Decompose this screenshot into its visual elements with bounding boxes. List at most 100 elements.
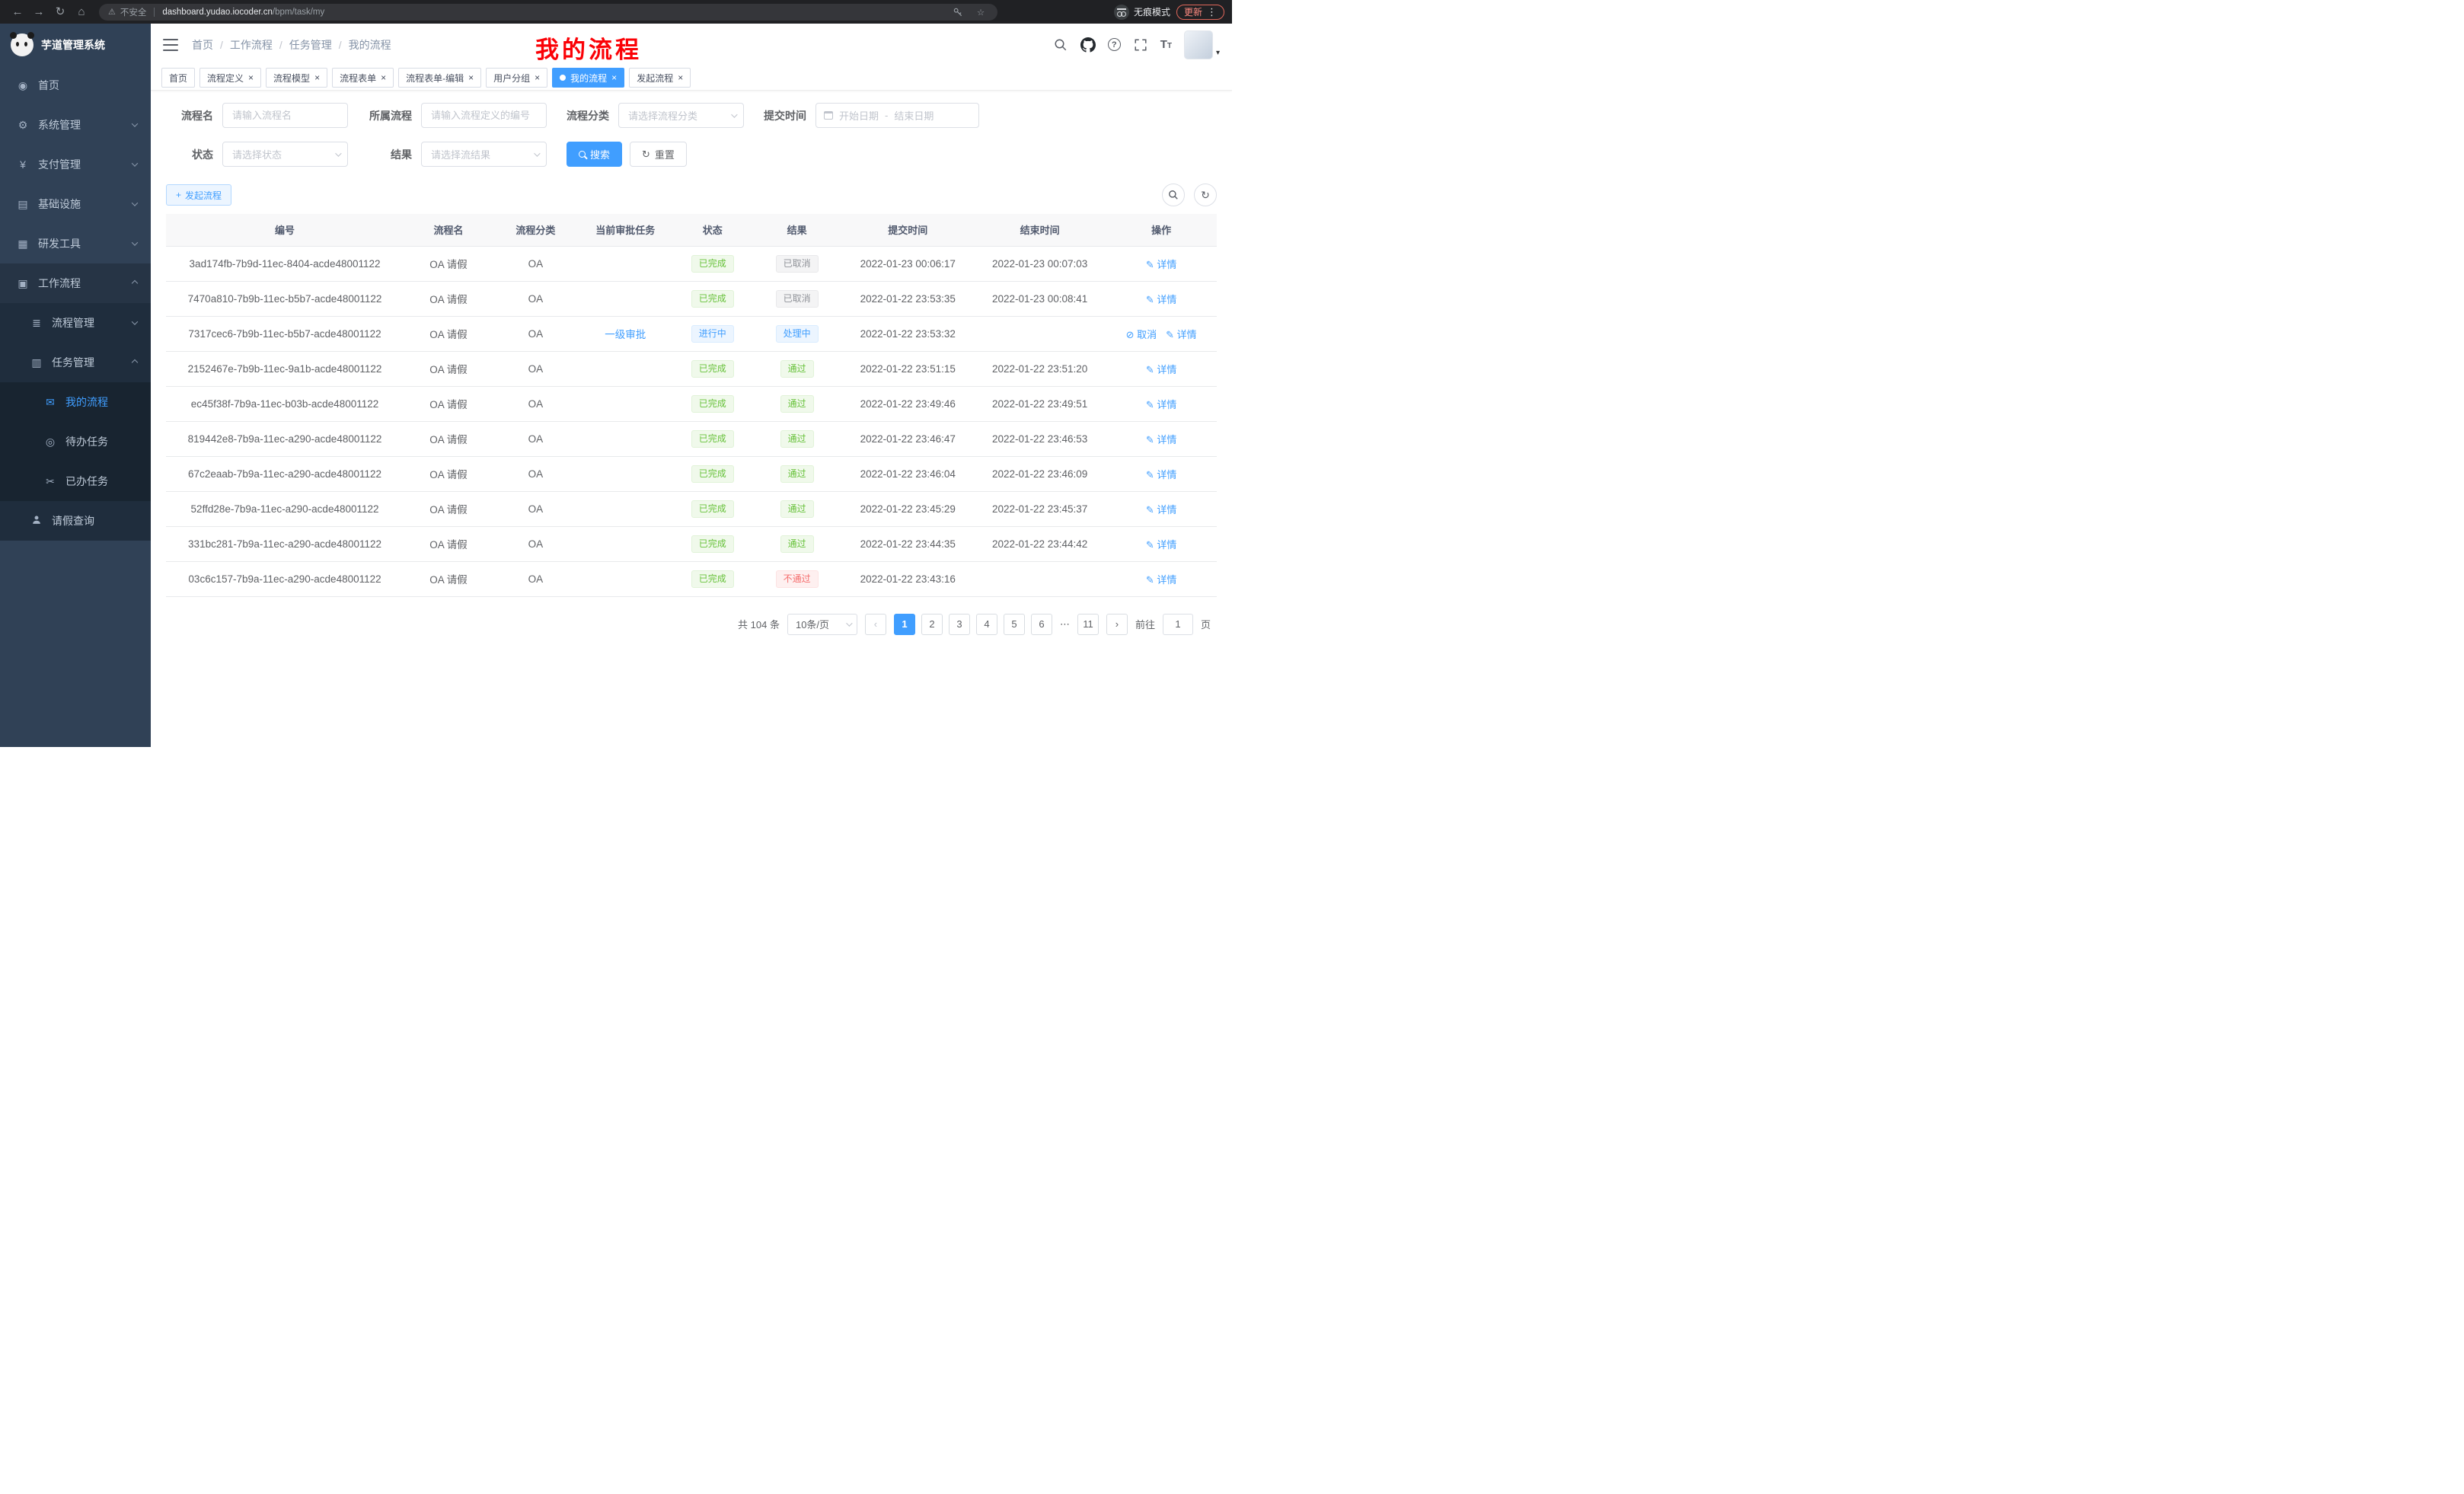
cell-id: 331bc281-7b9a-11ec-a290-acde48001122 bbox=[166, 526, 404, 561]
avatar[interactable] bbox=[1184, 30, 1213, 59]
sidebar-item-home[interactable]: ◉ 首页 bbox=[0, 65, 151, 105]
create-process-button[interactable]: + 发起流程 bbox=[166, 184, 231, 206]
page-size-select[interactable]: 10条/页 bbox=[787, 614, 857, 635]
page-2[interactable]: 2 bbox=[921, 614, 943, 635]
detail-action[interactable]: ✎ 详情 bbox=[1146, 574, 1177, 586]
cell-id: 52ffd28e-7b9a-11ec-a290-acde48001122 bbox=[166, 491, 404, 526]
sidebar-item-my-process[interactable]: ✉ 我的流程 bbox=[0, 382, 151, 422]
reset-button[interactable]: ↻ 重置 bbox=[630, 142, 687, 167]
tab-4[interactable]: 流程表单-编辑× bbox=[398, 68, 481, 88]
address-bar[interactable]: ⚠ 不安全 dashboard.yudao.iocoder.cn/bpm/tas… bbox=[99, 4, 997, 21]
table-row: 331bc281-7b9a-11ec-a290-acde48001122OA 请… bbox=[166, 526, 1217, 561]
tab-close-icon[interactable]: × bbox=[535, 73, 540, 82]
sidebar-item-system[interactable]: ⚙ 系统管理 bbox=[0, 105, 151, 145]
search-icon[interactable] bbox=[1053, 37, 1068, 53]
sidebar-item-leave-query[interactable]: 请假查询 bbox=[0, 501, 151, 541]
sidebar-item-infra[interactable]: ▤ 基础设施 bbox=[0, 184, 151, 224]
app-logo[interactable]: 芋道管理系统 bbox=[0, 24, 151, 65]
cell-current-task bbox=[578, 561, 673, 596]
toggle-search-button[interactable] bbox=[1162, 184, 1185, 206]
detail-action[interactable]: ✎ 详情 bbox=[1146, 539, 1177, 551]
process-name-input[interactable] bbox=[222, 103, 348, 128]
font-size-icon[interactable]: TT bbox=[1160, 38, 1172, 51]
current-task-link[interactable]: 一级审批 bbox=[605, 329, 646, 340]
breadcrumb-separator: / bbox=[220, 39, 223, 51]
sidebar-item-task-mgmt[interactable]: ▥ 任务管理 bbox=[0, 343, 151, 382]
tab-6[interactable]: 我的流程× bbox=[552, 68, 624, 88]
page-3[interactable]: 3 bbox=[949, 614, 970, 635]
next-page-button[interactable]: › bbox=[1106, 614, 1128, 635]
tab-3[interactable]: 流程表单× bbox=[332, 68, 394, 88]
sidebar-item-todo-tasks[interactable]: ◎ 待办任务 bbox=[0, 422, 151, 461]
page-6[interactable]: 6 bbox=[1031, 614, 1052, 635]
tab-close-icon[interactable]: × bbox=[381, 73, 386, 82]
tab-2[interactable]: 流程模型× bbox=[266, 68, 327, 88]
page-4[interactable]: 4 bbox=[976, 614, 997, 635]
detail-action[interactable]: ✎ 详情 bbox=[1146, 504, 1177, 516]
fullscreen-icon[interactable] bbox=[1133, 37, 1148, 53]
cell-name: OA 请假 bbox=[404, 246, 493, 281]
detail-action[interactable]: ✎ 详情 bbox=[1166, 329, 1197, 340]
detail-action[interactable]: ✎ 详情 bbox=[1146, 294, 1177, 305]
search-button[interactable]: 搜索 bbox=[567, 142, 622, 167]
security-label[interactable]: 不安全 bbox=[120, 6, 147, 18]
sidebar-item-payment[interactable]: ¥ 支付管理 bbox=[0, 145, 151, 184]
sidebar-toggle-icon[interactable] bbox=[163, 39, 178, 51]
github-icon[interactable] bbox=[1080, 37, 1096, 53]
chevron-up-icon bbox=[132, 280, 138, 286]
breadcrumb-item[interactable]: 工作流程 bbox=[230, 37, 273, 53]
tab-close-icon[interactable]: × bbox=[248, 73, 254, 82]
page-content: 流程名 所属流程 流程分类 请选择流程分类 bbox=[151, 91, 1232, 747]
tab-close-icon[interactable]: × bbox=[314, 73, 320, 82]
tab-0[interactable]: 首页 bbox=[161, 68, 195, 88]
page-size-value: 10条/页 bbox=[796, 617, 829, 631]
status-select[interactable]: 请选择状态 bbox=[222, 142, 348, 167]
tab-close-icon[interactable]: × bbox=[678, 73, 683, 82]
browser-menu-icon[interactable]: ⋮ bbox=[1207, 6, 1217, 18]
cell-category: OA bbox=[493, 526, 578, 561]
sidebar-item-workflow[interactable]: ▣ 工作流程 bbox=[0, 263, 151, 303]
tab-1[interactable]: 流程定义× bbox=[199, 68, 261, 88]
update-button[interactable]: 更新 ⋮ bbox=[1176, 5, 1224, 20]
sidebar-item-done-tasks[interactable]: ✂ 已办任务 bbox=[0, 461, 151, 501]
cell-status-tag: 已完成 bbox=[691, 430, 734, 448]
key-icon[interactable] bbox=[950, 5, 965, 20]
jump-suffix: 页 bbox=[1201, 617, 1211, 631]
detail-action[interactable]: ✎ 详情 bbox=[1146, 364, 1177, 375]
process-definition-input[interactable] bbox=[421, 103, 547, 128]
breadcrumb-item[interactable]: 任务管理 bbox=[289, 37, 332, 53]
table-row: 7470a810-7b9b-11ec-b5b7-acde48001122OA 请… bbox=[166, 281, 1217, 316]
detail-action[interactable]: ✎ 详情 bbox=[1146, 399, 1177, 410]
pagination-ellipsis[interactable]: ⋯ bbox=[1058, 618, 1071, 630]
url-text[interactable]: dashboard.yudao.iocoder.cn/bpm/task/my bbox=[162, 8, 324, 17]
sidebar-item-process-mgmt[interactable]: ≣ 流程管理 bbox=[0, 303, 151, 343]
page-11[interactable]: 11 bbox=[1077, 614, 1099, 635]
detail-action[interactable]: ✎ 详情 bbox=[1146, 434, 1177, 445]
refresh-table-button[interactable]: ↻ bbox=[1194, 184, 1217, 206]
forward-icon[interactable]: → bbox=[29, 2, 49, 22]
breadcrumb-item[interactable]: 首页 bbox=[192, 37, 213, 53]
submit-time-range-picker[interactable]: 开始日期 - 结束日期 bbox=[815, 103, 979, 128]
tab-close-icon[interactable]: × bbox=[468, 73, 474, 82]
bookmark-star-icon[interactable]: ☆ bbox=[973, 5, 988, 20]
category-select[interactable]: 请选择流程分类 bbox=[618, 103, 744, 128]
detail-action[interactable]: ✎ 详情 bbox=[1146, 469, 1177, 480]
help-icon[interactable]: ? bbox=[1108, 38, 1121, 51]
reload-icon[interactable]: ↻ bbox=[50, 2, 70, 22]
sidebar-item-label: 待办任务 bbox=[65, 434, 108, 449]
prev-page-button[interactable]: ‹ bbox=[865, 614, 886, 635]
monitor-icon: ▤ bbox=[17, 198, 29, 211]
tab-close-icon[interactable]: × bbox=[611, 73, 617, 82]
page-5[interactable]: 5 bbox=[1004, 614, 1025, 635]
user-menu[interactable]: ▾ bbox=[1184, 30, 1220, 59]
tab-7[interactable]: 发起流程× bbox=[629, 68, 691, 88]
cancel-action[interactable]: ⊘ 取消 bbox=[1126, 329, 1157, 340]
tab-5[interactable]: 用户分组× bbox=[486, 68, 547, 88]
jump-page-input[interactable] bbox=[1163, 614, 1193, 635]
back-icon[interactable]: ← bbox=[8, 2, 27, 22]
browser-home-icon[interactable]: ⌂ bbox=[72, 2, 91, 22]
detail-action[interactable]: ✎ 详情 bbox=[1146, 259, 1177, 270]
result-select[interactable]: 请选择流结果 bbox=[421, 142, 547, 167]
page-1[interactable]: 1 bbox=[894, 614, 915, 635]
sidebar-item-devtools[interactable]: ▦ 研发工具 bbox=[0, 224, 151, 263]
